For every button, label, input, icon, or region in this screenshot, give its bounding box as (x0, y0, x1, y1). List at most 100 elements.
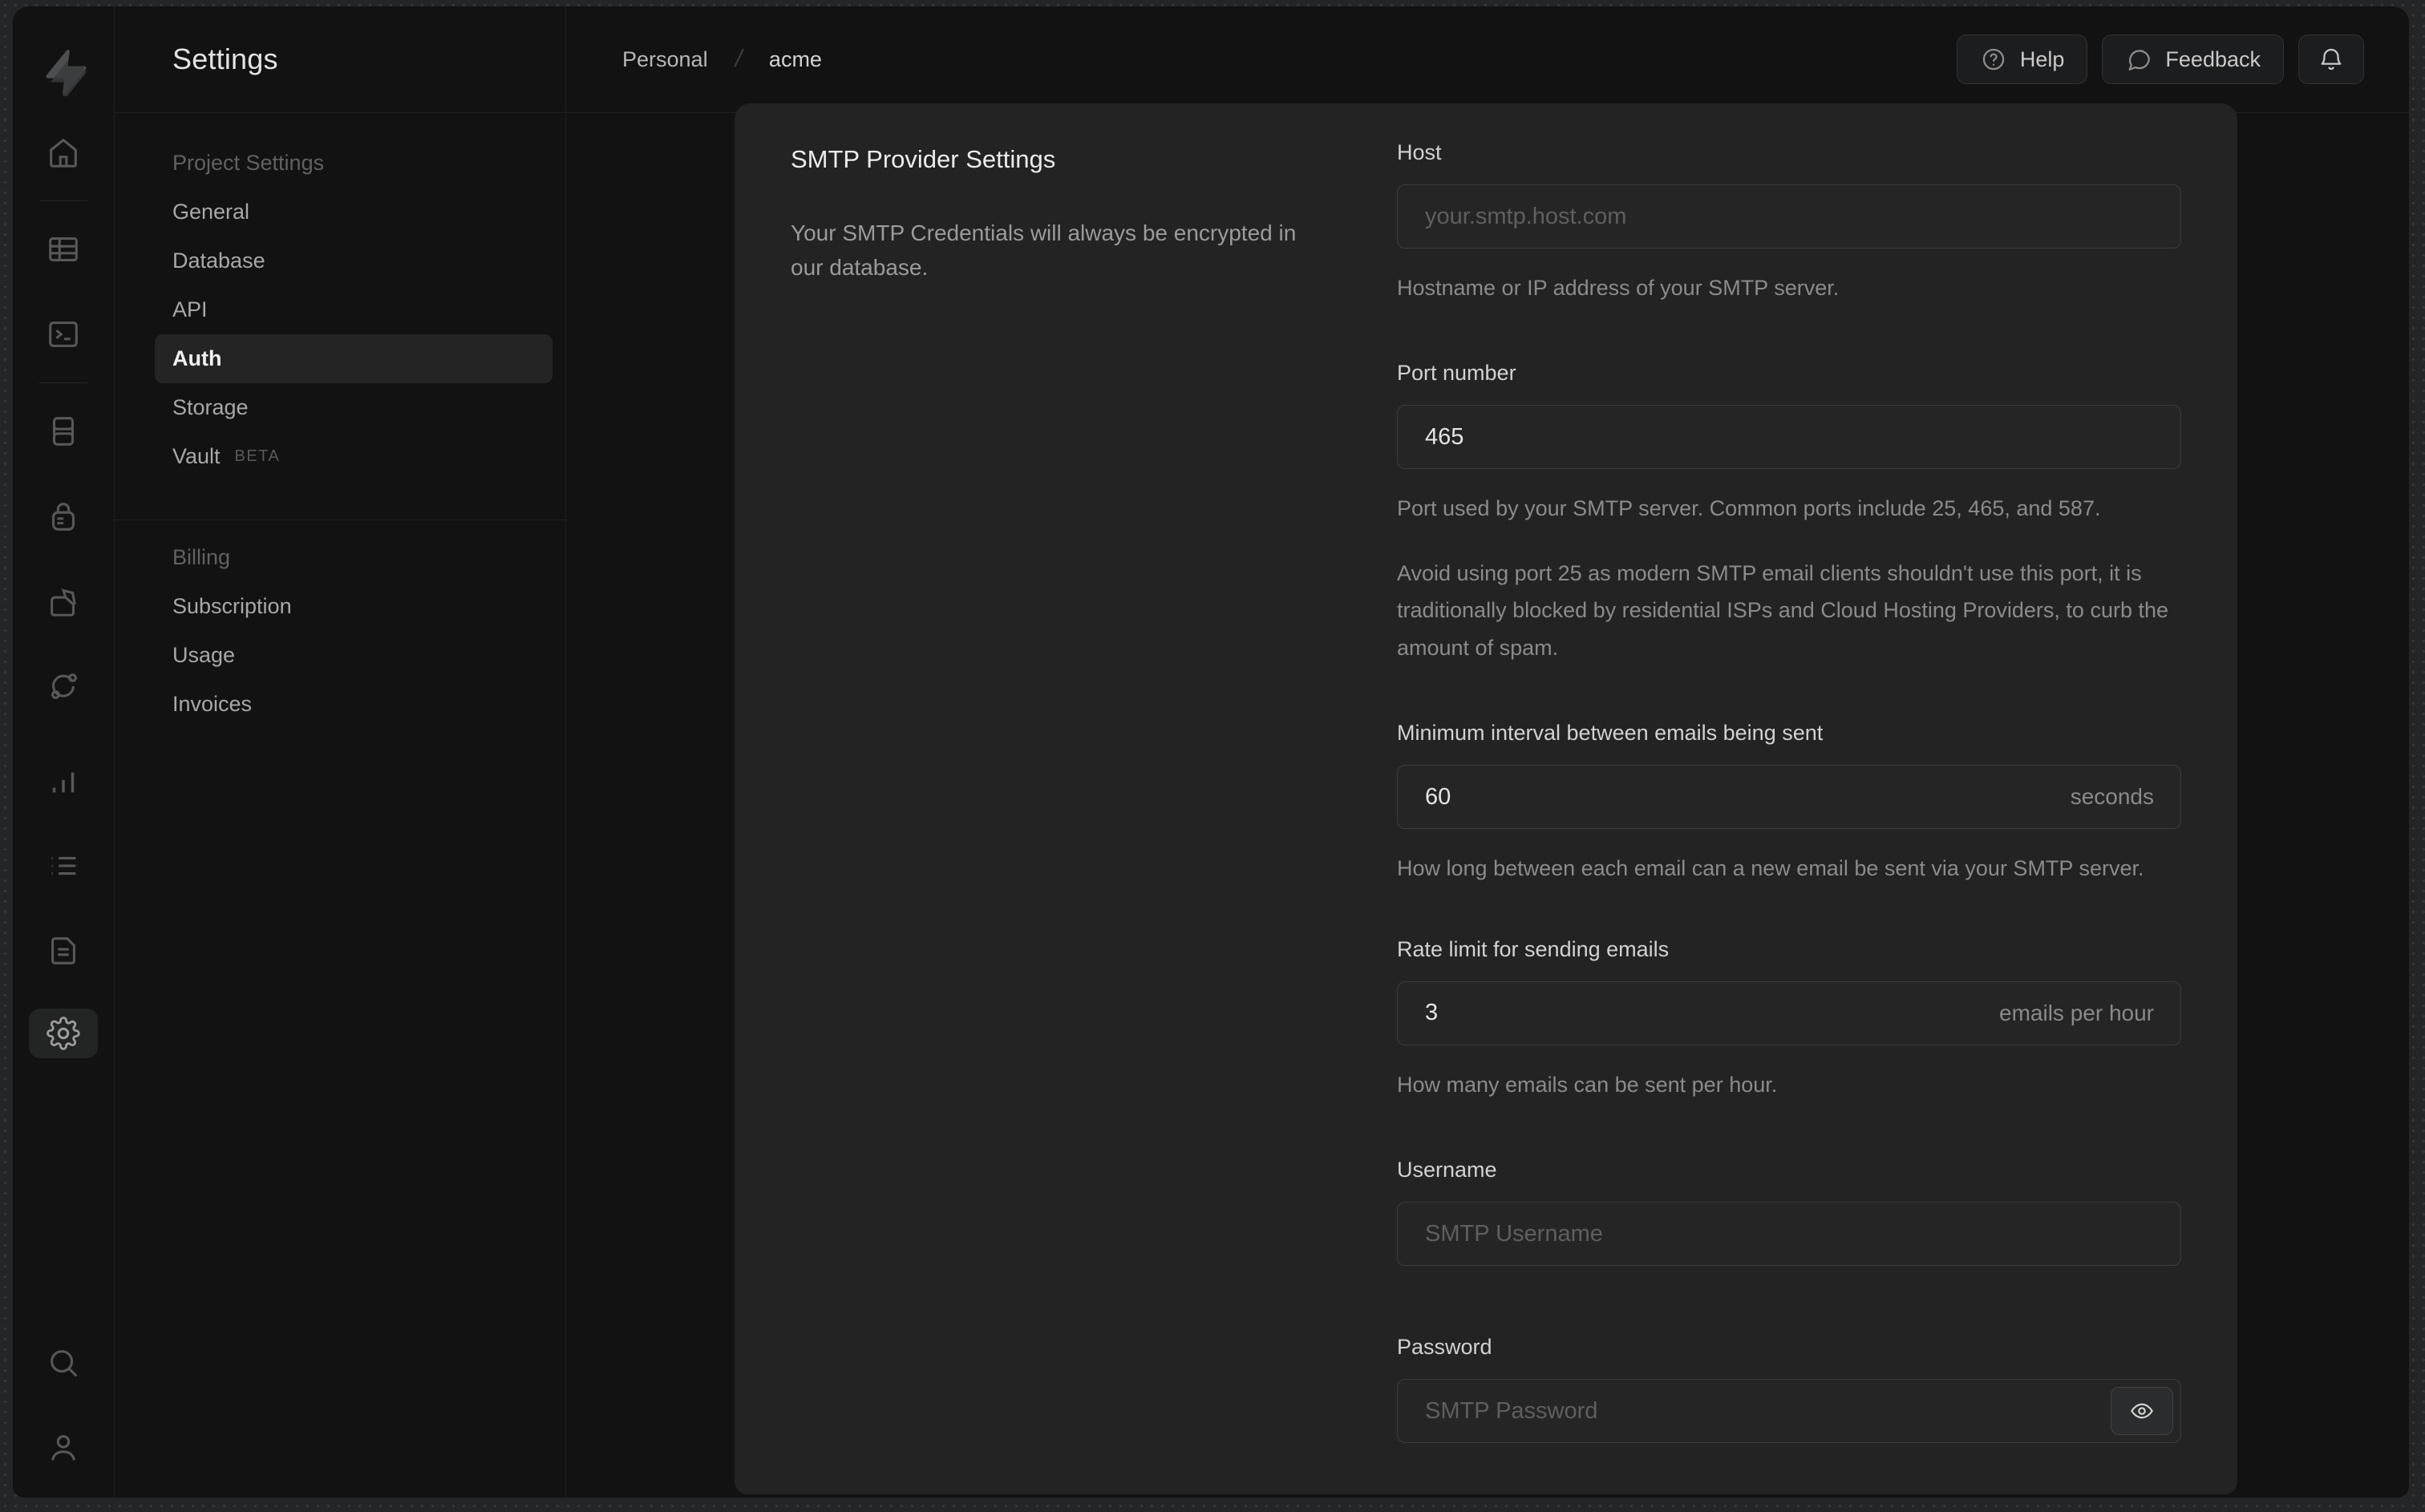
sidebar-item-label: Usage (172, 643, 236, 667)
rail-logs-button[interactable] (44, 847, 83, 885)
sidebar-item-label: Database (172, 249, 265, 273)
search-icon (51, 1350, 78, 1377)
breadcrumb: Personal / acme (622, 46, 822, 73)
rail-home-button[interactable] (44, 133, 83, 172)
help-button-label: Help (2019, 46, 2065, 71)
table-editor-icon (49, 237, 78, 261)
rail-storage-button[interactable] (44, 582, 83, 621)
sidebar-item-label: API (172, 297, 208, 321)
sidebar-item-subscription[interactable]: Subscription (115, 582, 565, 631)
rail-table-editor-button[interactable] (44, 230, 83, 269)
rate-input[interactable] (1397, 980, 2181, 1045)
header-actions: Help Feedback (1956, 34, 2364, 84)
port-input-wrap (1397, 405, 2181, 470)
page-title: Settings (172, 42, 278, 75)
password-input[interactable] (1397, 1379, 2181, 1444)
username-input-wrap (1397, 1202, 2181, 1267)
interval-input[interactable] (1397, 765, 2181, 830)
password-field-group: Password (1397, 1335, 2181, 1444)
database-icon (52, 417, 75, 446)
sidebar-divider (115, 519, 565, 520)
host-helper: Hostname or IP address of your SMTP serv… (1397, 276, 1840, 300)
bell-icon (2321, 48, 2342, 71)
rail-settings-button[interactable] (29, 1009, 98, 1058)
feedback-button[interactable]: Feedback (2102, 34, 2284, 84)
username-field-group: Username (1397, 1158, 2181, 1267)
port-helper: Port used by your SMTP server. Common po… (1397, 496, 2101, 521)
host-input[interactable] (1397, 184, 2181, 249)
sidebar-section-project-settings: Project Settings (172, 151, 325, 175)
sidebar-section-billing: Billing (172, 545, 231, 569)
sidebar-item-general[interactable]: General (115, 188, 565, 237)
logs-icon (51, 856, 76, 875)
eye-icon (2131, 1403, 2153, 1419)
smtp-section-title: SMTP Provider Settings (791, 145, 1056, 173)
account-icon (51, 1435, 75, 1461)
breadcrumb-org[interactable]: Personal (622, 47, 708, 72)
reveal-password-button[interactable] (2111, 1387, 2173, 1436)
rail-auth-button[interactable] (44, 497, 83, 536)
password-label: Password (1397, 1335, 1492, 1360)
sidebar-item-label: Subscription (172, 594, 292, 618)
interval-label: Minimum interval between emails being se… (1397, 721, 1824, 746)
reports-icon (52, 772, 75, 793)
port-input[interactable] (1397, 405, 2181, 470)
help-button[interactable]: Help (1956, 34, 2088, 84)
sidebar-nav: Project Settings General Database API Au… (115, 113, 565, 729)
top-bar: Personal / acme Help Feedback (566, 6, 2409, 113)
breadcrumb-project[interactable]: acme (769, 47, 822, 72)
rate-label: Rate limit for sending emails (1397, 936, 1670, 961)
sidebar-item-storage[interactable]: Storage (115, 383, 565, 432)
rate-input-wrap: emails per hour (1397, 980, 2181, 1045)
sidebar-item-api[interactable]: API (115, 285, 565, 334)
sidebar-header: Settings (115, 6, 565, 113)
rail-sql-editor-button[interactable] (44, 315, 83, 354)
rail-account-button[interactable] (44, 1429, 83, 1467)
username-input[interactable] (1397, 1202, 2181, 1267)
rail-database-button[interactable] (44, 412, 83, 451)
supabase-logo[interactable] (39, 46, 87, 96)
auth-lock-icon (52, 503, 75, 531)
sidebar-item-vault[interactable]: Vault BETA (115, 432, 565, 481)
rail-search-button[interactable] (44, 1344, 83, 1382)
edge-functions-icon (51, 673, 77, 699)
storage-icon (51, 588, 76, 617)
feedback-button-label: Feedback (2165, 46, 2261, 71)
port-label: Port number (1397, 361, 1516, 386)
icon-rail (13, 6, 115, 1498)
port-note: Avoid using port 25 as modern SMTP email… (1397, 560, 2169, 660)
rail-divider (39, 382, 87, 383)
settings-sidebar: Settings Project Settings General Databa… (115, 6, 566, 1498)
username-label: Username (1397, 1158, 1497, 1183)
sidebar-item-usage[interactable]: Usage (115, 631, 565, 680)
password-input-wrap (1397, 1379, 2181, 1444)
rate-field-group: Rate limit for sending emails emails per… (1397, 937, 2181, 1103)
host-field-group: Host Hostname or IP address of your SMTP… (1397, 140, 2181, 306)
smtp-section-intro: SMTP Provider Settings Your SMTP Credent… (791, 140, 1326, 285)
sql-editor-icon (49, 321, 78, 347)
home-icon (50, 138, 77, 168)
rate-helper: How many emails can be sent per hour. (1397, 1072, 1778, 1097)
feedback-icon (2128, 50, 2151, 71)
main-area: Personal / acme Help Feedback SMTP Provi… (566, 6, 2409, 1498)
rail-reports-button[interactable] (44, 762, 83, 800)
host-label: Host (1397, 140, 1442, 164)
host-input-wrap (1397, 184, 2181, 249)
rail-edge-functions-button[interactable] (44, 667, 83, 705)
settings-gear-icon (47, 1017, 80, 1050)
sidebar-item-label: Invoices (172, 692, 253, 716)
interval-field-group: Minimum interval between emails being se… (1397, 721, 2181, 887)
sidebar-item-label: General (172, 200, 250, 224)
beta-badge: BETA (234, 447, 281, 465)
interval-input-wrap: seconds (1397, 765, 2181, 830)
notifications-button[interactable] (2298, 34, 2364, 84)
interval-helper: How long between each email can a new em… (1397, 856, 2144, 881)
smtp-settings-panel: SMTP Provider Settings Your SMTP Credent… (735, 103, 2237, 1494)
rail-docs-button[interactable] (44, 932, 83, 970)
app-window: Settings Project Settings General Databa… (13, 6, 2409, 1498)
sidebar-item-auth[interactable]: Auth (155, 334, 553, 383)
sidebar-item-database[interactable]: Database (115, 237, 565, 285)
port-field-group: Port number Port used by your SMTP serve… (1397, 361, 2181, 666)
smtp-section-description: Your SMTP Credentials will always be enc… (791, 220, 1297, 281)
sidebar-item-invoices[interactable]: Invoices (115, 680, 565, 729)
